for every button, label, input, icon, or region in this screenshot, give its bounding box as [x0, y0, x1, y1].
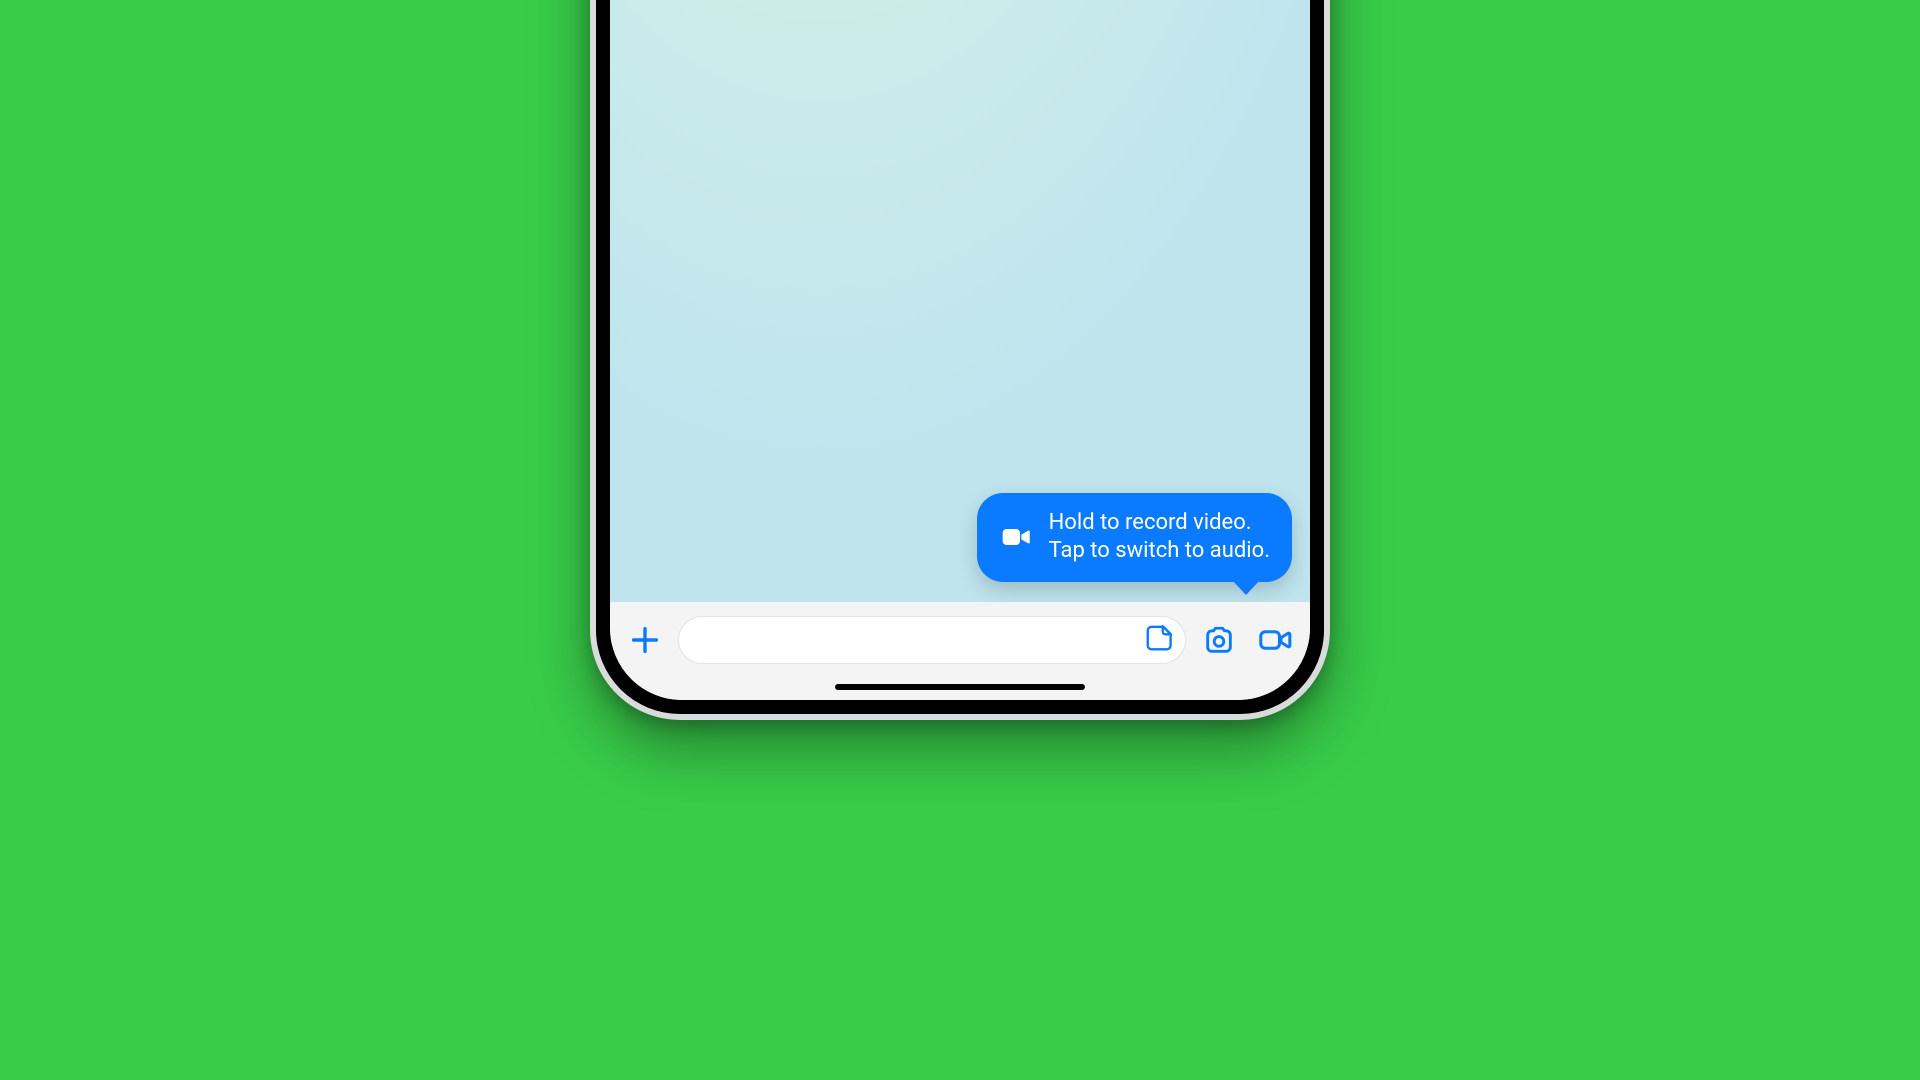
- phone-frame: Hold to record video. Tap to switch to a…: [590, 0, 1330, 720]
- attach-button[interactable]: [622, 617, 668, 663]
- tooltip-line-1: Hold to record video.: [1049, 509, 1270, 538]
- sticker-icon: [1144, 623, 1174, 657]
- sticker-button[interactable]: [1141, 622, 1177, 658]
- camera-button[interactable]: [1196, 617, 1242, 663]
- phone-bezel: Hold to record video. Tap to switch to a…: [596, 0, 1324, 714]
- tooltip-tail: [1232, 580, 1260, 595]
- message-input[interactable]: [678, 616, 1186, 664]
- plus-icon: [628, 623, 662, 657]
- camera-icon: [1202, 623, 1236, 657]
- video-record-button[interactable]: [1252, 617, 1298, 663]
- chat-wallpaper: [610, 0, 1310, 700]
- home-indicator[interactable]: [835, 684, 1085, 690]
- tooltip-line-2: Tap to switch to audio.: [1049, 537, 1270, 566]
- video-icon: [999, 520, 1033, 554]
- record-video-tooltip: Hold to record video. Tap to switch to a…: [977, 493, 1292, 582]
- tooltip-text: Hold to record video. Tap to switch to a…: [1049, 509, 1270, 566]
- video-icon: [1257, 622, 1293, 658]
- phone-screen: Hold to record video. Tap to switch to a…: [610, 0, 1310, 700]
